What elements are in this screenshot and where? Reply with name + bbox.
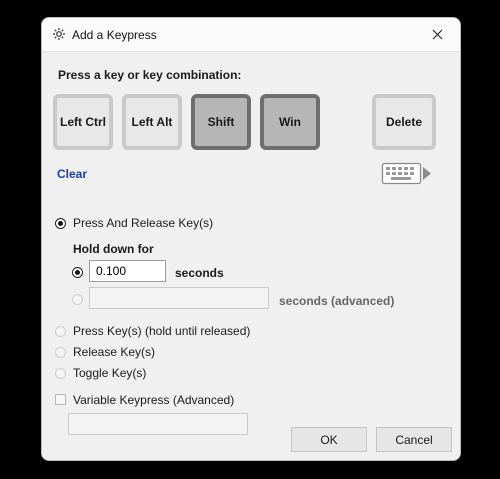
cancel-button[interactable]: Cancel [376, 427, 452, 452]
clear-link[interactable]: Clear [57, 167, 87, 181]
add-keypress-dialog: Add a Keypress Press a key or key combin… [41, 17, 461, 461]
window-title: Add a Keypress [72, 28, 157, 42]
press-release-label: Press And Release Key(s) [73, 216, 214, 230]
release-radio[interactable] [55, 347, 66, 358]
hold-duration-input[interactable] [89, 260, 166, 282]
gear-icon [53, 28, 65, 40]
press-hold-label: Press Key(s) (hold until released) [73, 324, 251, 338]
title-bar: Add a Keypress [42, 18, 460, 51]
advanced-duration-input[interactable] [89, 287, 269, 309]
hold-seconds-radio[interactable] [72, 267, 83, 278]
key-left-ctrl[interactable]: Left Ctrl [53, 94, 113, 150]
press-release-radio[interactable] [55, 218, 66, 229]
toggle-label: Toggle Key(s) [73, 366, 147, 380]
seconds-advanced-label: seconds (advanced) [279, 294, 395, 308]
key-prompt-label: Press a key or key combination: [58, 68, 242, 82]
toggle-radio[interactable] [55, 368, 66, 379]
key-delete[interactable]: Delete [372, 94, 436, 150]
ok-button[interactable]: OK [291, 427, 367, 452]
close-button[interactable] [414, 18, 460, 51]
press-hold-radio[interactable] [55, 326, 66, 337]
variable-keypress-checkbox[interactable] [55, 394, 66, 405]
variable-keypress-input[interactable] [68, 413, 248, 435]
seconds-label: seconds [175, 266, 224, 280]
keyboard-icon[interactable] [381, 159, 433, 189]
hold-down-label: Hold down for [73, 242, 154, 256]
key-left-alt[interactable]: Left Alt [122, 94, 182, 150]
key-shift[interactable]: Shift [191, 94, 251, 150]
key-win[interactable]: Win [260, 94, 320, 150]
advanced-seconds-radio[interactable] [72, 294, 83, 305]
dialog-content: Press a key or key combination: Left Ctr… [42, 51, 460, 460]
variable-keypress-label: Variable Keypress (Advanced) [73, 393, 235, 407]
close-icon [432, 29, 442, 40]
release-label: Release Key(s) [73, 345, 156, 359]
